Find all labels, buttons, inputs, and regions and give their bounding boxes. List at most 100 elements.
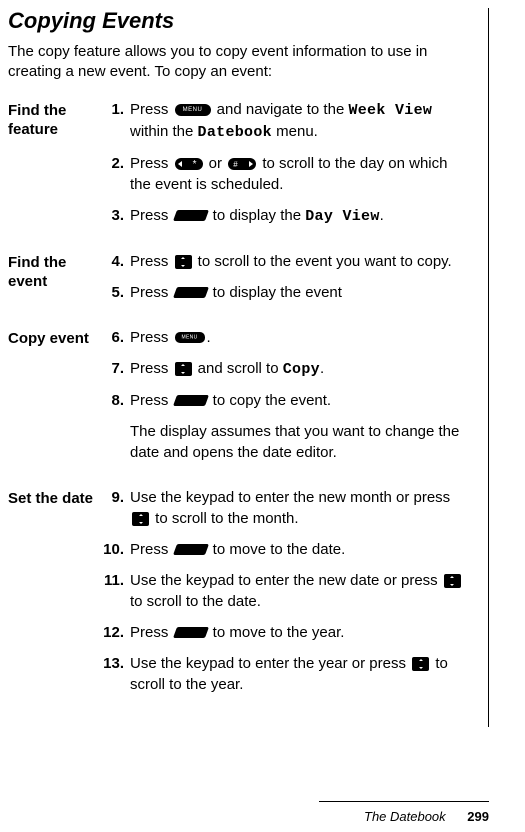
- page-footer: The Datebook 299: [364, 809, 489, 824]
- text: Press: [130, 541, 173, 558]
- menu-key-icon: [175, 332, 205, 343]
- text: and scroll to: [194, 360, 283, 377]
- footer-section-name: The Datebook: [364, 809, 446, 824]
- steps: 6. Press . 7. Press and scroll to Copy. …: [100, 327, 466, 473]
- ui-term: Week View: [348, 102, 432, 119]
- section-label: Set the date: [8, 487, 100, 705]
- steps: 9. Use the keypad to enter the new month…: [100, 487, 466, 705]
- step-4: 4. Press to scroll to the event you want…: [100, 251, 466, 272]
- step-text: Press to copy the event.: [130, 390, 466, 411]
- section-label: Copy event: [8, 327, 100, 473]
- text: Use the keypad to enter the new date or …: [130, 572, 442, 589]
- step-3: 3. Press to display the Day View.: [100, 205, 466, 227]
- select-key-icon: [173, 627, 209, 638]
- section-set-date: Set the date 9. Use the keypad to enter …: [8, 487, 466, 705]
- step-8: 8. Press to copy the event.: [100, 390, 466, 411]
- step-10: 10. Press to move to the date.: [100, 539, 466, 560]
- text: to scroll to the date.: [130, 593, 261, 610]
- section-find-feature: Find the feature 1. Press and navigate t…: [8, 99, 466, 237]
- text: Press: [130, 329, 173, 346]
- step-5: 5. Press to display the event: [100, 282, 466, 303]
- step-number: 8.: [100, 390, 130, 411]
- text: Press: [130, 155, 173, 172]
- text: Press: [130, 360, 173, 377]
- steps: 1. Press and navigate to the Week View w…: [100, 99, 466, 237]
- step-number: 2.: [100, 153, 130, 195]
- step-8-extra: The display assumes that you want to cha…: [100, 421, 466, 463]
- steps: 4. Press to scroll to the event you want…: [100, 251, 466, 313]
- step-number: 1.: [100, 99, 130, 143]
- scroll-key-icon: [175, 362, 192, 376]
- step-text: Press and navigate to the Week View with…: [130, 99, 466, 143]
- text: Use the keypad to enter the new month or…: [130, 489, 450, 506]
- step-text: Press to display the Day View.: [130, 205, 466, 227]
- scroll-key-icon: [412, 657, 429, 671]
- text: Press: [130, 207, 173, 224]
- section-label: Find the event: [8, 251, 100, 313]
- text: to display the: [209, 207, 306, 224]
- ui-term: Copy: [283, 361, 320, 378]
- step-number: 5.: [100, 282, 130, 303]
- intro-text: The copy feature allows you to copy even…: [8, 42, 466, 83]
- step-number-blank: [100, 421, 130, 463]
- page-content: Copying Events The copy feature allows y…: [8, 8, 489, 727]
- step-text: Press or to scroll to the day on which t…: [130, 153, 466, 195]
- step-9: 9. Use the keypad to enter the new month…: [100, 487, 466, 529]
- step-text: Press to move to the date.: [130, 539, 466, 560]
- text: to scroll to the month.: [151, 510, 299, 527]
- text: .: [320, 360, 324, 377]
- text: to move to the year.: [209, 624, 345, 641]
- step-number: 7.: [100, 358, 130, 380]
- page-number: 299: [467, 809, 489, 824]
- section-label: Find the feature: [8, 99, 100, 237]
- step-12: 12. Press to move to the year.: [100, 622, 466, 643]
- step-11: 11. Use the keypad to enter the new date…: [100, 570, 466, 612]
- step-6: 6. Press .: [100, 327, 466, 348]
- step-7: 7. Press and scroll to Copy.: [100, 358, 466, 380]
- step-text: Press to move to the year.: [130, 622, 466, 643]
- text: Use the keypad to enter the year or pres…: [130, 655, 410, 672]
- ui-term: Day View: [305, 208, 379, 225]
- step-number: 13.: [100, 653, 130, 695]
- step-text: Press .: [130, 327, 466, 348]
- text: to display the event: [209, 284, 342, 301]
- step-text: Use the keypad to enter the new date or …: [130, 570, 466, 612]
- step-1: 1. Press and navigate to the Week View w…: [100, 99, 466, 143]
- text: Press: [130, 284, 173, 301]
- text: .: [380, 207, 384, 224]
- step-number: 11.: [100, 570, 130, 612]
- scroll-key-icon: [175, 255, 192, 269]
- menu-key-icon: [175, 104, 211, 116]
- step-number: 6.: [100, 327, 130, 348]
- step-text: Press to scroll to the event you want to…: [130, 251, 466, 272]
- text: Press: [130, 624, 173, 641]
- ui-term: Datebook: [198, 124, 272, 141]
- step-number: 10.: [100, 539, 130, 560]
- step-text: The display assumes that you want to cha…: [130, 421, 466, 463]
- step-2: 2. Press or to scroll to the day on whic…: [100, 153, 466, 195]
- select-key-icon: [173, 210, 209, 221]
- text: to copy the event.: [209, 392, 332, 409]
- step-text: Use the keypad to enter the new month or…: [130, 487, 466, 529]
- text: or: [205, 155, 227, 172]
- text: within the: [130, 123, 198, 140]
- text: .: [207, 329, 211, 346]
- step-text: Press to display the event: [130, 282, 466, 303]
- footer-divider: [319, 801, 489, 802]
- section-find-event: Find the event 4. Press to scroll to the…: [8, 251, 466, 313]
- section-copy-event: Copy event 6. Press . 7. Press and scrol…: [8, 327, 466, 473]
- step-number: 3.: [100, 205, 130, 227]
- select-key-icon: [173, 287, 209, 298]
- text: to scroll to the event you want to copy.: [194, 253, 452, 270]
- select-key-icon: [173, 395, 209, 406]
- step-13: 13. Use the keypad to enter the year or …: [100, 653, 466, 695]
- step-number: 12.: [100, 622, 130, 643]
- step-text: Press and scroll to Copy.: [130, 358, 466, 380]
- scroll-key-icon: [444, 574, 461, 588]
- text: Press: [130, 253, 173, 270]
- text: Press: [130, 101, 173, 118]
- right-key-icon: [228, 158, 256, 170]
- text: to move to the date.: [209, 541, 346, 558]
- select-key-icon: [173, 544, 209, 555]
- text: and navigate to the: [213, 101, 349, 118]
